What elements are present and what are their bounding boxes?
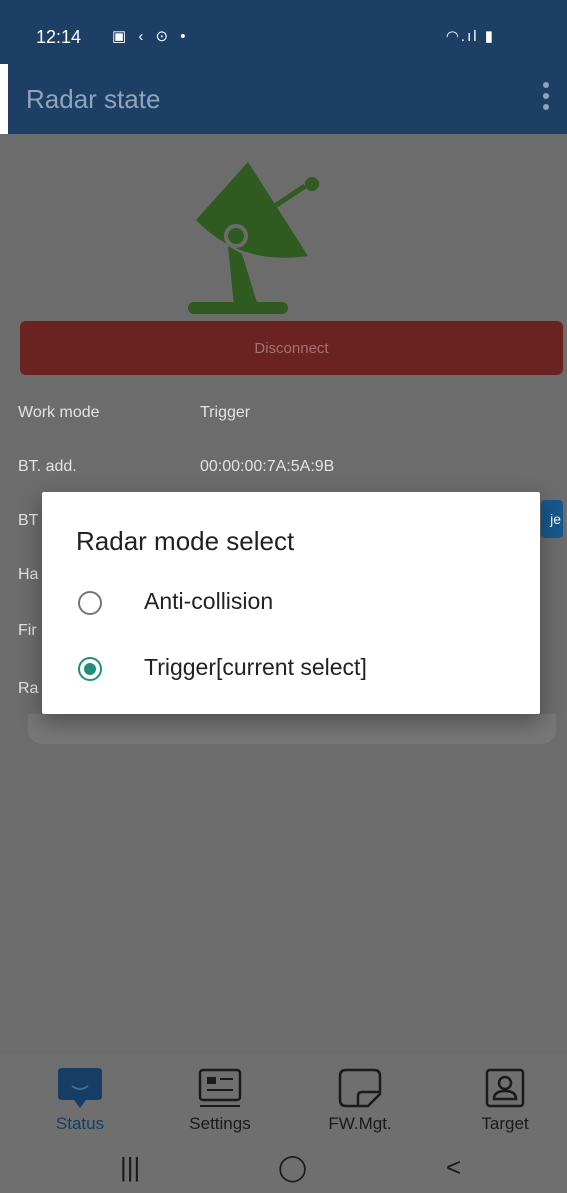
dialog-title: Radar mode select [76, 526, 295, 556]
notification-icons: ▣ ‹ ⊙ • [112, 28, 190, 45]
status-icon [58, 1068, 102, 1108]
info-card-bottom [28, 714, 556, 744]
option-label: Trigger[current select] [144, 654, 367, 680]
disconnect-button[interactable]: Disconnect [20, 321, 563, 375]
info-label: BT [18, 512, 39, 529]
info-label: Work mode [18, 404, 100, 421]
info-label: BT. add. [18, 458, 77, 475]
option-trigger[interactable]: Trigger[current select] [76, 646, 516, 694]
info-value: Trigger [200, 404, 251, 421]
tab-fw-mgt[interactable]: FW.Mgt. [300, 1062, 420, 1142]
info-label: Fir [18, 622, 37, 639]
tab-settings[interactable]: Settings [160, 1062, 280, 1142]
settings-icon [198, 1068, 242, 1107]
overflow-menu-icon[interactable] [543, 82, 551, 116]
tab-status[interactable]: Status [20, 1062, 140, 1142]
info-value: 00:00:00:7A:5A:9B [200, 458, 335, 475]
page-title: Radar state [26, 84, 161, 114]
option-label: Anti-collision [144, 588, 274, 614]
status-time: 12:14 [36, 27, 82, 47]
info-row-work-mode: Work mode Trigger [18, 404, 558, 428]
firmware-icon [338, 1068, 382, 1108]
info-label: Ra [18, 680, 39, 697]
radio-checked-icon[interactable] [78, 657, 102, 681]
radar-dish-icon [188, 162, 319, 314]
home-button[interactable]: ◯ [278, 1152, 307, 1183]
info-label: Ha [18, 566, 39, 583]
signal-battery-icons: ◠.ıl ▮ [445, 28, 495, 45]
app-bar: Radar state [8, 64, 567, 134]
info-row-bt-address: BT. add. 00:00:00:7A:5A:9B [18, 458, 558, 482]
radar-mode-dialog: Radar mode select Anti-collision Trigger… [42, 492, 540, 714]
tab-label: Target [481, 1114, 529, 1133]
status-bar: 12:14 ▣ ‹ ⊙ • ◠.ıl ▮ [0, 0, 567, 64]
bottom-navigation: Status Settings FW.Mgt. Target [0, 1054, 567, 1144]
target-icon [485, 1068, 525, 1108]
tab-label: FW.Mgt. [328, 1114, 392, 1133]
system-navigation-bar: ||| ◯ < [0, 1144, 567, 1193]
radio-unchecked-icon[interactable] [78, 591, 102, 615]
option-anti-collision[interactable]: Anti-collision [76, 580, 516, 628]
recents-button[interactable]: ||| [120, 1152, 140, 1183]
change-button[interactable]: je [541, 500, 563, 538]
tab-label: Settings [189, 1114, 251, 1133]
tab-label: Status [55, 1114, 105, 1133]
back-button[interactable]: < [446, 1152, 461, 1183]
tab-target[interactable]: Target [445, 1062, 565, 1142]
